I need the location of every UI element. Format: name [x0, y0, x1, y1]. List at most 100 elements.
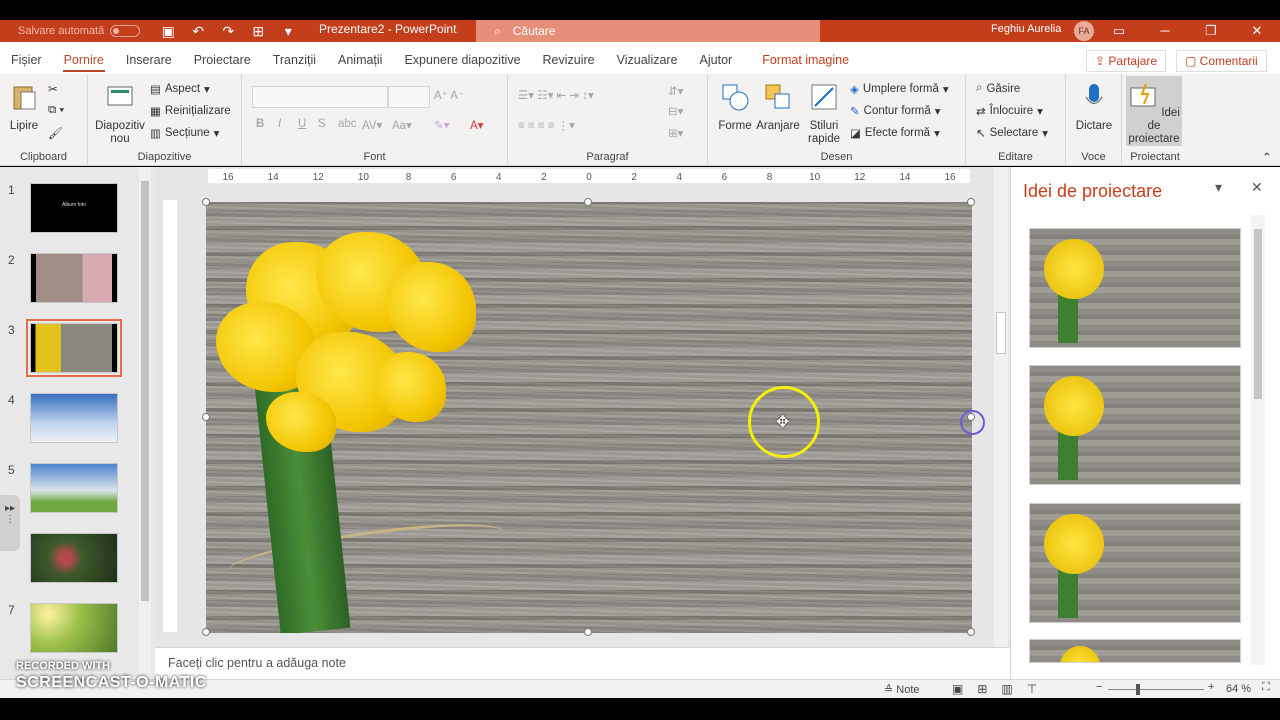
- avatar[interactable]: FA: [1074, 21, 1094, 41]
- design-idea-option[interactable]: [1029, 503, 1241, 623]
- smartart-icon[interactable]: ⊞▾: [668, 126, 683, 140]
- save-icon[interactable]: ▣: [160, 23, 176, 40]
- slide-thumbnail[interactable]: 7: [0, 603, 140, 659]
- scrollbar-thumb[interactable]: [1254, 229, 1262, 399]
- slide-thumbnail[interactable]: 4: [0, 393, 140, 449]
- resize-handle[interactable]: [584, 628, 592, 636]
- tab-view[interactable]: Vizualizare: [606, 42, 689, 74]
- tab-design[interactable]: Proiectare: [183, 42, 262, 74]
- design-ideas-button[interactable]: Idei de proiectare: [1126, 76, 1182, 146]
- shadow-icon[interactable]: S: [318, 118, 326, 130]
- arrange-button[interactable]: Aranjare: [756, 82, 800, 133]
- design-idea-option[interactable]: [1029, 365, 1241, 485]
- autosave-toggle[interactable]: Salvare automată: [18, 25, 141, 37]
- text-direction-icon[interactable]: ⇵▾: [668, 84, 683, 98]
- shape-fill-button[interactable]: ◈ Umplere formă ▾: [850, 82, 949, 96]
- format-painter-icon[interactable]: 🖌: [48, 126, 63, 140]
- slide-thumbnail[interactable]: 3: [0, 319, 140, 379]
- resize-handle[interactable]: [202, 198, 210, 206]
- tab-slideshow[interactable]: Expunere diapozitive: [393, 42, 531, 74]
- share-button[interactable]: ⇪ Partajare: [1086, 50, 1167, 72]
- shape-outline-button[interactable]: ✎ Contur formă ▾: [850, 104, 941, 118]
- resize-handle[interactable]: [967, 198, 975, 206]
- find-button[interactable]: ⌕ Găsire: [976, 82, 1020, 95]
- notes-toggle-button[interactable]: ≙ Note: [884, 683, 920, 696]
- resize-handle[interactable]: [584, 198, 592, 206]
- pane-options-icon[interactable]: ▾: [1215, 179, 1222, 196]
- shapes-button[interactable]: Forme: [716, 82, 754, 133]
- normal-view-icon[interactable]: ▣: [952, 682, 963, 696]
- reading-view-icon[interactable]: ▥: [1001, 682, 1012, 696]
- new-slide-button[interactable]: Diapozitiv nou: [94, 82, 146, 146]
- spacing-icon[interactable]: AV▾: [362, 118, 382, 132]
- change-case-icon[interactable]: Aa▾: [392, 118, 412, 132]
- zoom-level[interactable]: 64 %: [1226, 683, 1251, 695]
- tab-transitions[interactable]: Tranziții: [262, 42, 327, 74]
- close-icon[interactable]: ✕: [1234, 20, 1280, 42]
- font-size-box[interactable]: [388, 86, 430, 108]
- slide-thumbnail[interactable]: 2: [0, 253, 140, 309]
- slide-canvas[interactable]: [206, 202, 972, 633]
- editing-area-scrollbar[interactable]: [994, 167, 1008, 647]
- tab-review[interactable]: Revizuire: [532, 42, 606, 74]
- zoom-slider[interactable]: [1108, 689, 1204, 690]
- comments-button[interactable]: ▢ Comentarii: [1176, 50, 1267, 72]
- tab-help[interactable]: Ajutor: [689, 42, 744, 74]
- minimize-icon[interactable]: ─: [1142, 20, 1188, 42]
- copy-icon[interactable]: ⧉ ▾: [48, 104, 64, 117]
- bold-icon[interactable]: B: [256, 118, 264, 130]
- align-icons[interactable]: ≡ ≡ ≡ ≡ ⋮▾: [518, 118, 575, 132]
- highlight-icon[interactable]: ✎▾: [434, 118, 449, 132]
- font-grow-icon[interactable]: A⁺ A⁻: [434, 88, 464, 102]
- paste-button[interactable]: Lipire: [6, 82, 42, 133]
- ribbon-display-icon[interactable]: ▭: [1096, 20, 1142, 42]
- shape-effects-button[interactable]: ◪ Efecte formă ▾: [850, 126, 940, 140]
- replace-button[interactable]: ⇄ Înlocuire ▾: [976, 104, 1043, 118]
- restore-icon[interactable]: ❐: [1188, 20, 1234, 42]
- search-box[interactable]: ⌕ Căutare: [476, 20, 820, 42]
- zoom-slider-knob[interactable]: [1136, 684, 1140, 695]
- user-name[interactable]: Feghiu Aurelia: [991, 23, 1061, 35]
- cut-icon[interactable]: ✂: [48, 82, 58, 96]
- slide-thumbnail[interactable]: 5: [0, 463, 140, 519]
- zoom-in-icon[interactable]: +: [1208, 681, 1214, 693]
- reset-button[interactable]: ▦ Reinițializare: [150, 104, 231, 118]
- dictate-button[interactable]: Dictare: [1072, 82, 1116, 133]
- customize-icon[interactable]: ▾: [280, 23, 296, 40]
- tab-insert[interactable]: Inserare: [115, 42, 183, 74]
- slide-thumbnail[interactable]: 1 Album foto: [0, 183, 140, 239]
- scrollbar-thumb[interactable]: [996, 312, 1006, 354]
- fit-to-window-icon[interactable]: ⛶: [1262, 681, 1270, 694]
- design-idea-option[interactable]: [1029, 639, 1241, 663]
- resize-handle[interactable]: [202, 628, 210, 636]
- notes-pane[interactable]: Faceți clic pentru a adăuga note: [155, 647, 1010, 679]
- undo-icon[interactable]: ↶: [190, 23, 206, 40]
- strikethrough-icon[interactable]: abc: [338, 118, 357, 130]
- design-idea-option[interactable]: [1029, 228, 1241, 348]
- present-icon[interactable]: ⊞: [250, 23, 266, 40]
- collapse-thumbnails-button[interactable]: ▸▸ ⋮: [0, 495, 20, 551]
- scrollbar-thumb[interactable]: [141, 181, 149, 601]
- font-name-box[interactable]: [252, 86, 388, 108]
- redo-icon[interactable]: ↷: [220, 23, 236, 40]
- slideshow-icon[interactable]: ⊤: [1027, 682, 1037, 696]
- align-text-icon[interactable]: ⊟▾: [668, 104, 683, 118]
- quick-styles-button[interactable]: Stiluri rapide: [802, 82, 846, 146]
- tab-picture-format[interactable]: Format imagine: [751, 42, 860, 74]
- close-icon[interactable]: ✕: [1251, 179, 1263, 196]
- italic-icon[interactable]: I: [278, 118, 281, 130]
- toggle-switch[interactable]: [110, 25, 141, 37]
- slide-sorter-icon[interactable]: ⊞: [977, 682, 987, 696]
- font-color-icon[interactable]: A▾: [470, 118, 483, 132]
- tab-home[interactable]: Pornire: [53, 42, 115, 74]
- resize-handle[interactable]: [202, 413, 210, 421]
- thumbnails-scrollbar[interactable]: [139, 167, 151, 679]
- pane-scrollbar[interactable]: [1251, 215, 1265, 665]
- slide-thumbnail[interactable]: 6: [0, 533, 140, 589]
- section-button[interactable]: ▥ Secțiune ▾: [150, 126, 219, 140]
- tab-animations[interactable]: Animații: [327, 42, 393, 74]
- tab-file[interactable]: Fișier: [0, 42, 53, 74]
- bullets-icon[interactable]: ☰▾ ☷▾ ⇤ ⇥ ↕▾: [518, 88, 594, 102]
- layout-button[interactable]: ▤ Aspect ▾: [150, 82, 210, 96]
- select-button[interactable]: ↖ Selectare ▾: [976, 126, 1048, 140]
